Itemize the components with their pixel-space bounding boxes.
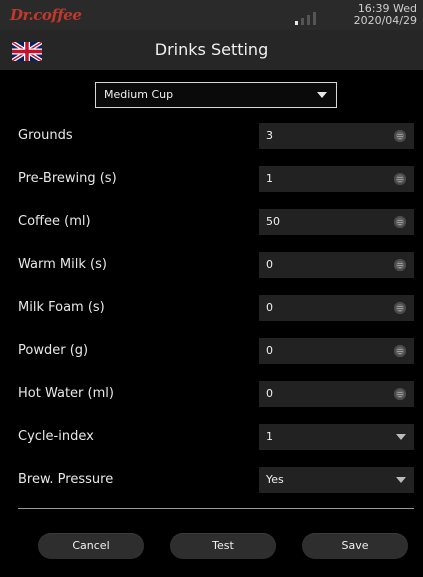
page-title: Drinks Setting (154, 40, 269, 59)
screen: Dr.coffee 16:39 Wed 2020/04/29 Drinks Se… (0, 0, 423, 577)
grounds-value: 3 (266, 129, 273, 142)
spinner-knob-icon[interactable] (394, 173, 406, 185)
brew-pressure-select[interactable]: Yes (259, 467, 414, 493)
spinner-knob-icon[interactable] (394, 388, 406, 400)
status-bar: Dr.coffee 16:39 Wed 2020/04/29 (0, 0, 423, 30)
powder-field[interactable]: 0 (259, 338, 414, 364)
spinner-knob-icon[interactable] (394, 302, 406, 314)
spinner-knob-icon[interactable] (394, 345, 406, 357)
warm-milk-label: Warm Milk (s) (18, 257, 107, 272)
milk-foam-label: Milk Foam (s) (18, 300, 105, 315)
cycle-index-select[interactable]: 1 (259, 424, 414, 450)
cancel-button[interactable]: Cancel (38, 533, 144, 559)
warm-milk-field[interactable]: 0 (259, 252, 414, 278)
hot-water-value: 0 (266, 387, 273, 400)
status-date: 2020/04/29 (353, 14, 417, 27)
chevron-down-icon (317, 92, 327, 98)
powder-label: Powder (g) (18, 343, 89, 358)
divider (18, 508, 414, 509)
powder-value: 0 (266, 344, 273, 357)
signal-icon (295, 11, 321, 25)
warm-milk-value: 0 (266, 258, 273, 271)
brew-pressure-label: Brew. Pressure (18, 472, 114, 487)
spinner-knob-icon[interactable] (394, 216, 406, 228)
cup-size-value: Medium Cup (104, 88, 174, 101)
status-clock: 16:39 Wed 2020/04/29 (354, 3, 417, 27)
grounds-field[interactable]: 3 (259, 123, 414, 149)
brew-pressure-value: Yes (266, 473, 284, 486)
hot-water-field[interactable]: 0 (259, 381, 414, 407)
pre-brewing-field[interactable]: 1 (259, 166, 414, 192)
coffee-value: 50 (266, 215, 280, 228)
cycle-index-label: Cycle-index (18, 429, 94, 444)
spinner-knob-icon[interactable] (394, 130, 406, 142)
hot-water-label: Hot Water (ml) (18, 386, 114, 401)
milk-foam-value: 0 (266, 301, 273, 314)
spinner-knob-icon[interactable] (394, 259, 406, 271)
milk-foam-field[interactable]: 0 (259, 295, 414, 321)
pre-brewing-label: Pre-Brewing (s) (18, 171, 117, 186)
coffee-field[interactable]: 50 (259, 209, 414, 235)
cycle-index-value: 1 (266, 430, 273, 443)
coffee-label: Coffee (ml) (18, 214, 91, 229)
brand-logo: Dr.coffee (10, 6, 82, 24)
chevron-down-icon (396, 477, 406, 483)
test-button[interactable]: Test (170, 533, 276, 559)
grounds-label: Grounds (18, 128, 73, 143)
chevron-down-icon (396, 434, 406, 440)
cup-size-select[interactable]: Medium Cup (95, 82, 337, 108)
save-button[interactable]: Save (302, 533, 408, 559)
pre-brewing-value: 1 (266, 172, 273, 185)
